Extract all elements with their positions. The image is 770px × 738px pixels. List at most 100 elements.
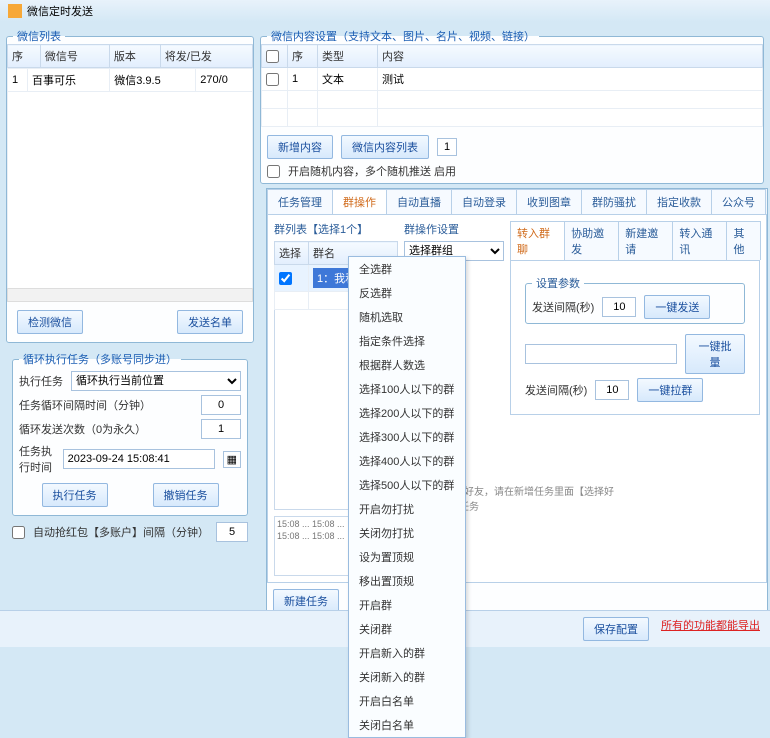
loop-task-legend: 循环执行任务（多账号同步进） [19,351,181,367]
tab-transfer-group[interactable]: 转入群聊 [510,221,565,260]
save-config-button[interactable]: 保存配置 [583,617,649,641]
left-panel: 微信列表 序 微信号 版本 将发/已发 1 百事可乐 微信3.9.5 270/0 [6,28,254,546]
repeat-input[interactable] [201,419,241,439]
tab-content: 群列表【选择1个】 选择 群名 1：我和我的 15:08 ... 15:08 .… [267,215,767,583]
wechat-list-legend: 微信列表 [13,28,65,44]
random-content-label: 开启随机内容，多个随机推送 启用 [288,163,456,179]
menu-item[interactable]: 指定条件选择 [349,329,465,353]
col-content[interactable]: 内容 [378,45,763,68]
group-checkbox[interactable] [279,272,292,285]
log-area: 15:08 ... 15:08 ... 15:08 ... 15:08 ... [274,516,354,576]
group-list-title: 群列表【选择1个】 [274,221,398,237]
tab-login[interactable]: 自动登录 [451,189,517,214]
content-count: 1 [437,138,457,156]
content-list-button[interactable]: 微信内容列表 [341,135,429,159]
group-op-title: 群操作设置 [404,221,504,237]
menu-item[interactable]: 选择300人以下的群 [349,425,465,449]
content-fieldset: 微信内容设置（支持文本、图片、名片、视频、链接） 序 类型 内容 1 文本 测试 [260,28,764,184]
menu-item[interactable]: 开启勿打扰 [349,497,465,521]
tab-other[interactable]: 其他 [726,221,761,260]
wechat-grid-body[interactable]: 1 百事可乐 微信3.9.5 270/0 [7,68,253,288]
menu-item[interactable]: 选择200人以下的群 [349,401,465,425]
right-inner: 转入群聊 协助邀发 新建邀请 转入通讯 其他 设置参数 发送间隔(秒) 一键发送 [510,221,760,576]
schedule-label: 任务执行时间 [19,443,55,475]
menu-item[interactable]: 选择100人以下的群 [349,377,465,401]
col-ver[interactable]: 版本 [109,45,160,68]
schedule-input[interactable] [63,449,215,469]
calendar-icon[interactable]: ▦ [223,451,241,468]
delay-label: 发送间隔(秒) [532,299,594,315]
one-send-button[interactable]: 一键发送 [644,295,710,319]
operation-panel: 任务管理 群操作 自动直播 自动登录 收到图章 群防骚扰 指定收款 公众号 群列… [266,188,768,620]
menu-item[interactable]: 关闭白名单 [349,713,465,737]
menu-item[interactable]: 关闭新入的群 [349,665,465,689]
table-row[interactable]: 1 百事可乐 微信3.9.5 270/0 [8,69,253,92]
repeat-label: 循环发送次数（0为永久） [19,421,146,437]
batch-input[interactable] [525,344,677,364]
tab-group[interactable]: 群操作 [332,189,387,214]
add-content-button[interactable]: 新增内容 [267,135,333,159]
wechat-list-fieldset: 微信列表 序 微信号 版本 将发/已发 1 百事可乐 微信3.9.5 270/0 [6,28,254,343]
menu-item[interactable]: 开启新入的群 [349,641,465,665]
delay2-label: 发送间隔(秒) [525,382,587,398]
auto-interval-input[interactable] [216,522,248,542]
interval-label: 任务循环间隔时间（分钟） [19,397,151,413]
window-title: 微信定时发送 [27,3,93,19]
menu-item[interactable]: 随机选取 [349,305,465,329]
h-scrollbar[interactable] [7,288,253,302]
tab-task[interactable]: 任务管理 [267,189,333,214]
one-pull-button[interactable]: 一键拉群 [637,378,703,402]
exec-task-select[interactable]: 循环执行当前位置 [71,371,241,391]
auto-redpacket-label: 自动抢红包【多账户】间隔（分钟） [33,524,208,540]
detect-wechat-button[interactable]: 检测微信 [17,310,83,334]
tab-mp[interactable]: 公众号 [711,189,766,214]
menu-item[interactable]: 根据群人数选 [349,353,465,377]
menu-item[interactable]: 选择400人以下的群 [349,449,465,473]
row-checkbox[interactable] [266,73,279,86]
export-all-link[interactable]: 所有的功能都能导出 [661,617,760,641]
titlebar: 微信定时发送 [0,0,770,22]
menu-item[interactable]: 选择500人以下的群 [349,473,465,497]
col-id[interactable]: 微信号 [40,45,109,68]
delay-input[interactable] [602,297,636,317]
col-seq2[interactable]: 序 [288,45,318,68]
auto-redpacket-checkbox[interactable] [12,526,25,539]
interval-input[interactable] [201,395,241,415]
main-tabs: 任务管理 群操作 自动直播 自动登录 收到图章 群防骚扰 指定收款 公众号 [267,189,767,215]
menu-item[interactable]: 关闭群 [349,617,465,641]
menu-item[interactable]: 移出置顶规 [349,569,465,593]
tab-live[interactable]: 自动直播 [386,189,452,214]
delay2-input[interactable] [595,380,629,400]
content-legend: 微信内容设置（支持文本、图片、名片、视频、链接） [267,28,539,44]
col-count[interactable]: 将发/已发 [160,45,252,68]
menu-item[interactable]: 反选群 [349,281,465,305]
menu-item[interactable]: 关闭勿打扰 [349,521,465,545]
one-batch-button[interactable]: 一键批量 [685,334,745,374]
tab-invite[interactable]: 新建邀请 [618,221,673,260]
exec-task-button[interactable]: 执行任务 [42,483,108,507]
col-select[interactable]: 选择 [275,242,309,265]
tab-stamp[interactable]: 收到图章 [516,189,582,214]
settings-legend: 设置参数 [532,275,584,291]
menu-item[interactable]: 开启白名单 [349,689,465,713]
random-content-checkbox[interactable] [267,165,280,178]
tab-pay[interactable]: 指定收款 [646,189,712,214]
tab-contact[interactable]: 转入通讯 [672,221,727,260]
menu-item[interactable]: 开启群 [349,593,465,617]
menu-item[interactable]: 设为置顶规 [349,545,465,569]
app-icon [8,4,22,18]
tab-assist[interactable]: 协助邀发 [564,221,619,260]
wechat-grid[interactable]: 序 微信号 版本 将发/已发 [7,44,253,68]
cancel-task-button[interactable]: 撤销任务 [153,483,219,507]
group-context-menu[interactable]: 全选群 反选群 随机选取 指定条件选择 根据群人数选 选择100人以下的群 选择… [348,256,466,738]
content-select-all[interactable] [266,50,279,63]
send-list-button[interactable]: 发送名单 [177,310,243,334]
content-grid[interactable]: 序 类型 内容 1 文本 测试 [261,44,763,127]
table-row[interactable]: 1 文本 测试 [262,68,763,91]
inner-tabs: 转入群聊 协助邀发 新建邀请 转入通讯 其他 [510,221,760,261]
tab-spam[interactable]: 群防骚扰 [581,189,647,214]
col-seq[interactable]: 序 [8,45,41,68]
settings-fieldset: 设置参数 发送间隔(秒) 一键发送 [525,275,745,324]
col-type[interactable]: 类型 [318,45,378,68]
menu-item[interactable]: 全选群 [349,257,465,281]
